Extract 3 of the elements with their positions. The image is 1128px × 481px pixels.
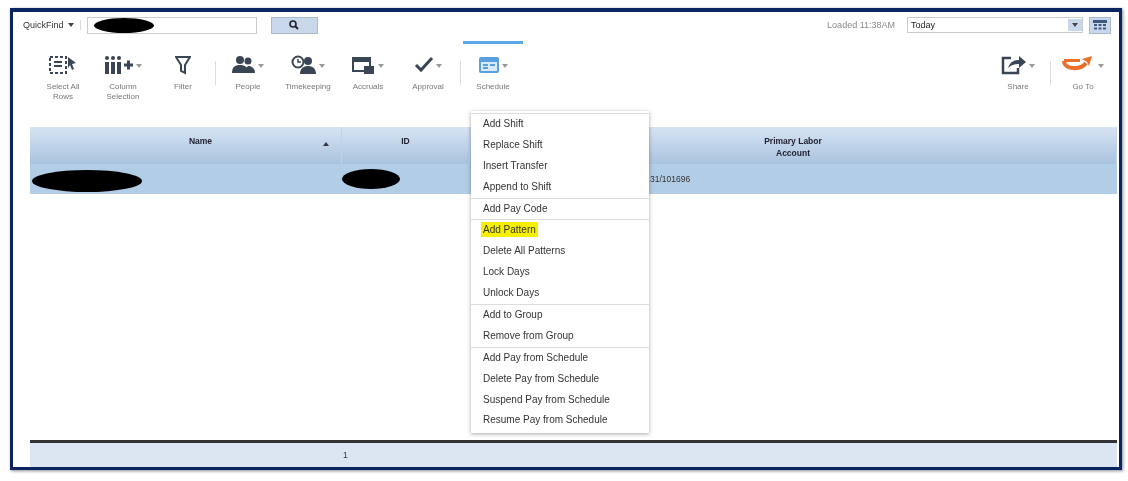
table-cell: 31/101696 bbox=[650, 174, 691, 184]
record-count: 1 bbox=[343, 450, 348, 460]
loaded-time: Loaded 11:38AM bbox=[827, 20, 895, 30]
